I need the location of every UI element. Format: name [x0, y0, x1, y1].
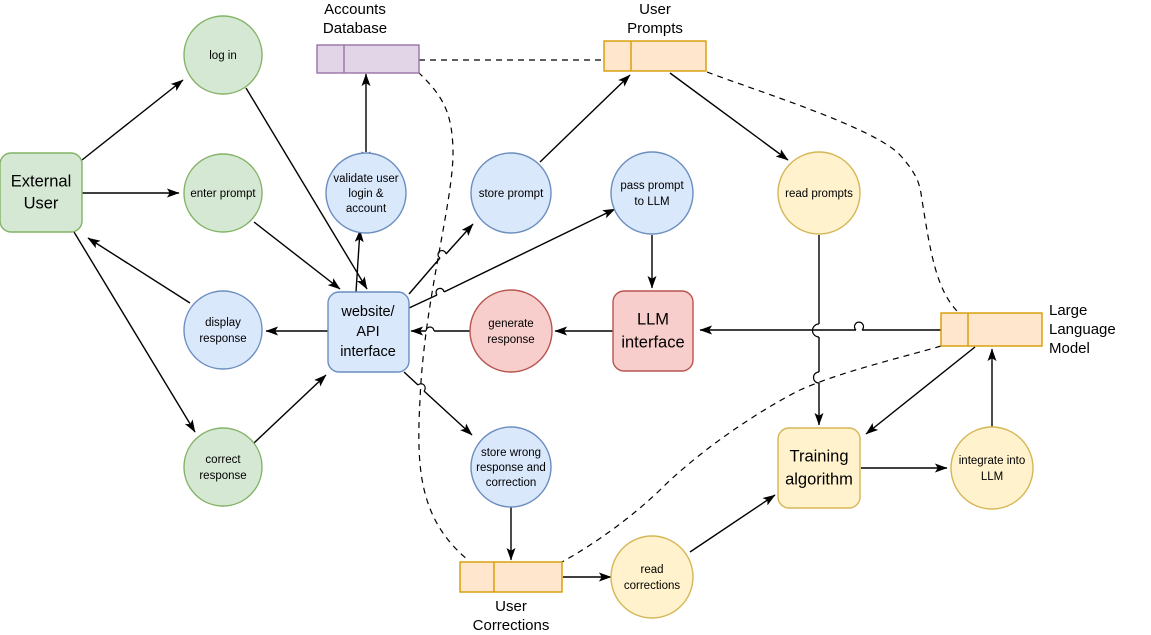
- user-prompts-box[interactable]: [603, 40, 707, 72]
- node-read-prompts[interactable]: read prompts: [777, 151, 861, 235]
- edge-websiteapi-to-validateuser: [354, 229, 364, 293]
- datastore-user-corrections[interactable]: User Corrections: [459, 561, 563, 634]
- correct-response-label-line1: correct: [205, 454, 241, 466]
- edge-displayresponse-to-externaluser: [87, 237, 191, 304]
- edge-readcorrections-to-trainingalgorithm: [689, 494, 776, 553]
- dataflow-diagram-svg: External User log in enter prompt correc…: [0, 1, 1116, 634]
- integrate-llm-label-line1: integrate into: [959, 455, 1026, 467]
- llm-store-label-line2: Language: [1049, 321, 1116, 338]
- training-algorithm-label-line1: Training: [790, 447, 849, 465]
- accounts-database-label-line1: Accounts: [324, 1, 386, 18]
- generate-response-label-line1: generate: [488, 318, 533, 330]
- datastore-user-prompts[interactable]: User Prompts: [603, 1, 707, 72]
- node-pass-prompt[interactable]: pass prompt to LLM: [610, 151, 694, 235]
- edge-externaluser-to-login: [81, 79, 184, 161]
- hop-1: [437, 250, 447, 259]
- store-wrong-label-line3: correction: [486, 477, 537, 489]
- website-api-label-line2: API: [356, 324, 379, 340]
- hop-7: [812, 371, 820, 384]
- integrate-llm-circle[interactable]: [950, 426, 1034, 510]
- llm-interface-box[interactable]: [612, 290, 694, 372]
- node-enter-prompt[interactable]: enter prompt: [183, 153, 263, 233]
- read-corrections-label-line1: read: [640, 564, 663, 576]
- llm-interface-label-line1: LLM: [637, 310, 669, 328]
- display-response-circle[interactable]: [183, 290, 263, 370]
- node-generate-response[interactable]: generate response: [469, 289, 553, 373]
- user-prompts-label-line1: User: [639, 1, 671, 18]
- node-read-corrections[interactable]: read corrections: [610, 535, 694, 619]
- node-correct-response[interactable]: correct response: [183, 427, 263, 507]
- edge-userprompts-to-readprompts: [669, 72, 789, 161]
- enter-prompt-label: enter prompt: [190, 188, 256, 200]
- user-corrections-box[interactable]: [459, 561, 563, 593]
- external-user-label-line1: External: [11, 172, 72, 190]
- website-api-label-line1: website/: [340, 304, 395, 320]
- node-integrate-into-llm[interactable]: integrate into LLM: [950, 426, 1034, 510]
- node-display-response[interactable]: display response: [183, 290, 263, 370]
- accounts-database-label-line2: Database: [323, 20, 387, 37]
- read-corrections-circle[interactable]: [610, 535, 694, 619]
- website-api-label-line3: interface: [340, 344, 396, 360]
- node-store-prompt[interactable]: store prompt: [470, 152, 552, 234]
- training-algorithm-box[interactable]: [777, 427, 861, 509]
- edge-storeprompt-to-userprompts: [539, 74, 631, 163]
- pass-prompt-circle[interactable]: [610, 151, 694, 235]
- training-algorithm-label-line2: algorithm: [785, 470, 853, 488]
- external-user-box[interactable]: [0, 152, 83, 233]
- edge-externaluser-to-correctresponse: [73, 231, 196, 433]
- display-response-label-line1: display: [205, 317, 241, 329]
- boundary-llm-to-usercorrections: [561, 345, 942, 563]
- node-validate-user[interactable]: validate user login & account: [325, 152, 407, 234]
- accounts-database-box[interactable]: [316, 44, 420, 74]
- diagram-canvas: External User log in enter prompt correc…: [0, 0, 1151, 635]
- store-wrong-label-line1: store wrong: [481, 447, 541, 459]
- boundary-accounts-to-usercorrections: [417, 71, 469, 561]
- pass-prompt-label-line2: to LLM: [634, 196, 669, 208]
- edge-llmstore-to-trainingalgorithm: [865, 346, 976, 435]
- correct-response-label-line2: response: [199, 470, 246, 482]
- read-corrections-label-line2: corrections: [624, 580, 680, 592]
- validate-user-label-line2: login &: [348, 188, 383, 200]
- user-corrections-label-line1: User: [495, 598, 527, 615]
- log-in-label: log in: [209, 50, 237, 62]
- node-external-user[interactable]: External User: [0, 152, 83, 233]
- node-log-in[interactable]: log in: [183, 15, 263, 95]
- pass-prompt-label-line1: pass prompt: [620, 180, 684, 192]
- hop-4: [417, 383, 426, 392]
- edge-enterprompt-to-websiteapi: [253, 221, 341, 290]
- read-prompts-label: read prompts: [785, 188, 853, 200]
- integrate-llm-label-line2: LLM: [981, 471, 1003, 483]
- display-response-label-line2: response: [199, 333, 246, 345]
- hop-5: [853, 321, 865, 331]
- llm-interface-label-line2: interface: [621, 333, 684, 351]
- validate-user-label-line3: account: [346, 203, 387, 215]
- node-website-api-interface[interactable]: website/ API interface: [327, 291, 410, 373]
- datastore-large-language-model[interactable]: Large Language Model: [940, 302, 1116, 357]
- node-training-algorithm[interactable]: Training algorithm: [777, 427, 861, 509]
- edge-correctresponse-to-websiteapi: [253, 374, 327, 444]
- edge-websiteapi-to-storewrong: [403, 371, 472, 435]
- node-store-wrong-response[interactable]: store wrong response and correction: [470, 426, 552, 508]
- llm-store-box[interactable]: [940, 312, 1043, 347]
- user-corrections-label-line2: Corrections: [473, 617, 550, 634]
- store-prompt-label: store prompt: [479, 188, 544, 200]
- llm-store-label-line1: Large: [1049, 302, 1087, 319]
- hop-3: [425, 326, 435, 332]
- node-llm-interface[interactable]: LLM interface: [612, 290, 694, 372]
- correct-response-circle[interactable]: [183, 427, 263, 507]
- hop-2: [435, 287, 445, 296]
- user-prompts-label-line2: Prompts: [627, 20, 683, 37]
- datastore-accounts-database[interactable]: Accounts Database: [316, 1, 420, 74]
- generate-response-circle[interactable]: [469, 289, 553, 373]
- store-wrong-label-line2: response and: [476, 462, 546, 474]
- external-user-label-line2: User: [24, 194, 59, 212]
- generate-response-label-line2: response: [487, 334, 534, 346]
- llm-store-label-line3: Model: [1049, 340, 1090, 357]
- edge-websiteapi-to-storeprompt: [408, 224, 473, 295]
- validate-user-label-line1: validate user: [333, 173, 398, 185]
